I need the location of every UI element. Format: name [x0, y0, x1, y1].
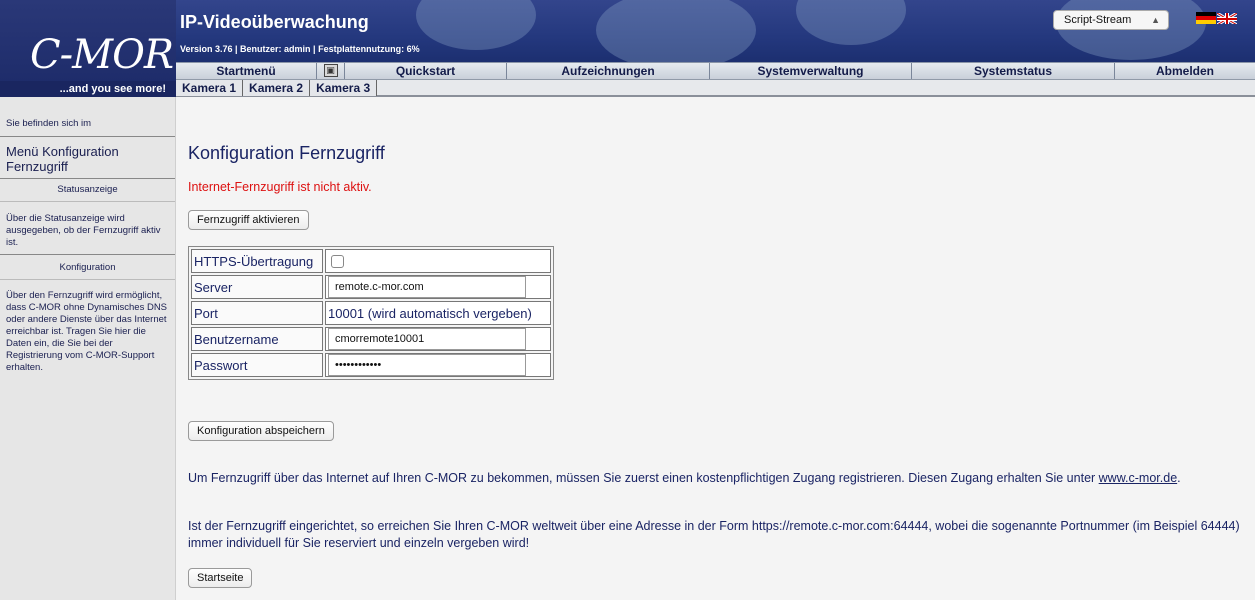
page-title: Konfiguration Fernzugriff	[188, 143, 385, 163]
port-label: Port	[191, 301, 323, 325]
save-config-button[interactable]: Konfiguration abspeichern	[188, 421, 334, 441]
tab-kamera-1[interactable]: Kamera 1	[176, 80, 244, 96]
form-row-server: Server remote.c-mor.com	[191, 275, 551, 299]
form-row-https: HTTPS-Übertragung	[191, 249, 551, 273]
info-paragraph-registration: Um Fernzugriff über das Internet auf Ihr…	[188, 470, 1248, 487]
header: C-MOR ...and you see more! IP-Videoüberw…	[0, 0, 1255, 97]
nav-aufzeichnungen[interactable]: Aufzeichnungen	[507, 63, 710, 80]
activate-remote-access-button[interactable]: Fernzugriff aktivieren	[188, 210, 309, 230]
username-input[interactable]: cmorremote10001	[328, 328, 526, 350]
form-row-port: Port 10001 (wird automatisch vergeben)	[191, 301, 551, 325]
info-text-end: .	[1177, 471, 1181, 485]
form-row-password: Passwort ••••••••••••	[191, 353, 551, 377]
app-title: IP-Videoüberwachung	[180, 12, 369, 32]
nav-startmenu[interactable]: Startmenü	[176, 63, 317, 80]
banner-map-decoration	[596, 0, 756, 62]
nav-fullscreen[interactable]: ▣	[317, 63, 345, 80]
slogan: ...and you see more!	[0, 81, 176, 97]
password-input[interactable]: ••••••••••••	[328, 354, 526, 376]
sidebar-section-heading: Konfiguration	[59, 262, 116, 273]
username-cell: cmorremote10001	[325, 327, 551, 351]
logo-area: C-MOR ...and you see more!	[0, 0, 176, 97]
remote-access-form: HTTPS-Übertragung Server remote.c-mor.co…	[188, 246, 554, 380]
tab-kamera-3[interactable]: Kamera 3	[310, 80, 378, 96]
banner-map-decoration	[1056, 0, 1206, 60]
cmor-website-link[interactable]: www.c-mor.de	[1099, 471, 1178, 485]
https-label: HTTPS-Übertragung	[191, 249, 323, 273]
nav-systemstatus[interactable]: Systemstatus	[912, 63, 1115, 80]
home-button[interactable]: Startseite	[188, 568, 253, 588]
username-label: Benutzername	[191, 327, 323, 351]
sidebar: Sie befinden sich im Menü Konfiguration …	[0, 97, 176, 600]
camera-navigation: Kamera 1 Kamera 2 Kamera 3	[176, 79, 1255, 97]
https-checkbox[interactable]	[331, 254, 344, 268]
server-cell: remote.c-mor.com	[325, 275, 551, 299]
german-flag-icon[interactable]	[1196, 12, 1216, 24]
uk-flag-icon[interactable]	[1217, 12, 1237, 24]
stream-mode-select[interactable]: Script-Stream ▲	[1053, 10, 1169, 30]
password-cell: ••••••••••••	[325, 353, 551, 377]
info-text: Um Fernzugriff über das Internet auf Ihr…	[188, 471, 1099, 485]
fullscreen-icon[interactable]: ▣	[323, 64, 338, 77]
main-navigation: Startmenü ▣ Quickstart Aufzeichnungen Sy…	[176, 62, 1255, 80]
nav-abmelden[interactable]: Abmelden	[1115, 63, 1255, 80]
stream-mode-value: Script-Stream	[1064, 14, 1132, 26]
sidebar-section-text: Über den Fernzugriff wird ermöglicht, da…	[6, 290, 168, 373]
sidebar-section-heading: Statusanzeige	[57, 184, 118, 195]
version-info: Version 3.76 | Benutzer: admin | Festpla…	[180, 44, 420, 54]
https-cell	[325, 249, 551, 273]
password-label: Passwort	[191, 353, 323, 377]
select-arrows-icon: ▲	[1151, 15, 1160, 25]
info-paragraph-address: Ist der Fernzugriff eingerichtet, so err…	[188, 519, 1240, 550]
tab-kamera-2[interactable]: Kamera 2	[243, 80, 311, 96]
status-message: Internet-Fernzugriff ist nicht aktiv.	[188, 180, 372, 194]
banner-map-decoration	[796, 0, 906, 45]
nav-quickstart[interactable]: Quickstart	[345, 63, 507, 80]
port-value: 10001 (wird automatisch vergeben)	[328, 305, 532, 321]
form-row-username: Benutzername cmorremote10001	[191, 327, 551, 351]
nav-systemverwaltung[interactable]: Systemverwaltung	[710, 63, 912, 80]
sidebar-section-text: Über die Statusanzeige wird ausgegeben, …	[6, 213, 161, 248]
server-input[interactable]: remote.c-mor.com	[328, 276, 526, 298]
banner-map-decoration	[416, 0, 536, 50]
sidebar-location-label: Sie befinden sich im	[6, 118, 92, 129]
cmor-logo[interactable]: C-MOR	[30, 32, 174, 78]
port-cell: 10001 (wird automatisch vergeben)	[325, 301, 551, 325]
sidebar-menu-title: Menü Konfiguration Fernzugriff	[6, 144, 119, 174]
server-label: Server	[191, 275, 323, 299]
